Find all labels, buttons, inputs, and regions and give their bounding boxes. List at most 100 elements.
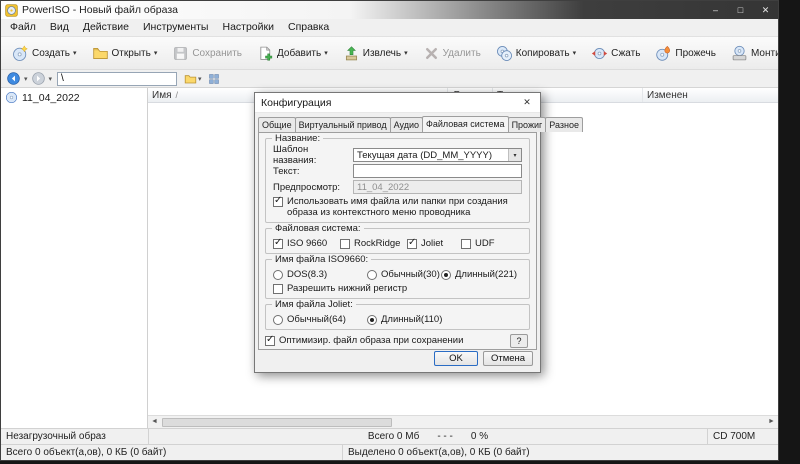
menu-tools[interactable]: Инструменты — [136, 19, 215, 36]
toolbar-mount-button[interactable]: Монтировать ▾ — [728, 42, 778, 65]
filesystem-group-title: Файловая система: — [272, 223, 364, 234]
toolbar-button-label: Монтировать — [751, 48, 778, 59]
chevron-down-icon: ▾ — [198, 75, 202, 83]
forward-button[interactable] — [30, 71, 47, 86]
toolbar-button-label: Создать — [32, 48, 70, 59]
view-mode-button[interactable] — [206, 72, 222, 86]
checkbox-rockridge[interactable]: ✓ RockRidge — [340, 238, 407, 249]
name-preview-field — [353, 180, 522, 194]
optimize-help-button[interactable]: ? — [510, 334, 528, 348]
checkbox-iso9660[interactable]: ✓ ISO 9660 — [273, 238, 340, 249]
toolbar-button-label: Прожечь — [675, 48, 716, 59]
selected-objects-status: Выделено 0 объект(а,ов), 0 КБ (0 байт) — [343, 445, 778, 460]
checkbox-icon[interactable]: ✓ — [265, 336, 275, 346]
main-toolbar: Создать ▾ Открыть ▾ Сохранить Добавить ▾… — [1, 37, 778, 70]
image-type-status: Незагрузочный образ — [1, 429, 149, 444]
menu-file[interactable]: Файл — [3, 19, 43, 36]
dialog-title-bar[interactable]: Конфигурация ✕ — [255, 93, 540, 113]
toolbar-save-button[interactable]: Сохранить — [169, 42, 245, 65]
filesystem-options: ✓ ISO 9660 ✓ RockRidge ✓ Joliet ✓ UDF — [273, 238, 522, 249]
status-bar-bottom: Всего 0 объект(а,ов), 0 КБ (0 байт) Выде… — [1, 444, 778, 460]
toolbar-add-button[interactable]: Добавить ▾ — [254, 42, 331, 65]
forward-icon — [32, 72, 45, 85]
tab-general[interactable]: Общие — [258, 117, 296, 132]
preview-row: Предпросмотр: — [273, 180, 522, 194]
scroll-left-arrow-icon[interactable]: ◄ — [148, 416, 161, 428]
radio-icon — [273, 315, 283, 325]
checkbox-udf[interactable]: ✓ UDF — [461, 238, 495, 249]
toolbar-create-button[interactable]: Создать ▾ — [9, 42, 80, 65]
name-template-value: Текущая дата (DD_MM_YYYY) — [357, 150, 492, 161]
menu-action[interactable]: Действие — [76, 19, 136, 36]
path-input[interactable] — [57, 72, 177, 86]
tree-item-root[interactable]: 11_04_2022 — [5, 91, 143, 104]
maximize-button[interactable]: □ — [728, 1, 753, 19]
dialog-close-button[interactable]: ✕ — [514, 93, 540, 112]
folder-view-button[interactable]: ▾ — [182, 71, 204, 86]
toolbar-open-button[interactable]: Открыть ▾ — [89, 42, 161, 65]
toolbar-compress-button[interactable]: Сжать — [588, 42, 643, 65]
radio-icon — [367, 315, 377, 325]
add-files-icon — [257, 45, 274, 62]
menu-bar: Файл Вид Действие Инструменты Настройки … — [1, 19, 778, 37]
tree-item-label: 11_04_2022 — [22, 92, 80, 104]
back-button[interactable] — [5, 71, 22, 86]
media-type-status[interactable]: CD 700M — [708, 429, 778, 444]
combo-arrow-icon[interactable]: ▾ — [508, 149, 521, 161]
radio-icon — [273, 270, 283, 280]
toolbar-copy-button[interactable]: Копировать ▾ — [493, 42, 579, 65]
use-filename-label: Использовать имя файла или папки при соз… — [287, 196, 522, 218]
new-image-icon — [12, 45, 29, 62]
menu-settings[interactable]: Настройки — [215, 19, 281, 36]
horizontal-scrollbar[interactable]: ◄ ► — [148, 415, 778, 428]
chevron-down-icon[interactable]: ▾ — [154, 49, 158, 57]
chevron-down-icon[interactable]: ▾ — [324, 49, 328, 57]
menu-view[interactable]: Вид — [43, 19, 76, 36]
ok-button[interactable]: OK — [434, 351, 478, 366]
forward-history-chevron-icon[interactable]: ▾ — [49, 75, 53, 83]
use-filename-checkbox[interactable]: ✓ Использовать имя файла или папки при с… — [273, 196, 522, 218]
tab-virtual-drive[interactable]: Виртуальный привод — [295, 117, 391, 132]
joliet-filename-options: Обычный(64) Длинный(110) — [273, 314, 522, 325]
dialog-title: Конфигурация — [261, 97, 331, 109]
radio-long221[interactable]: Длинный(221) — [441, 269, 517, 280]
toolbar-extract-button[interactable]: Извлечь ▾ — [340, 42, 411, 65]
tab-misc[interactable]: Разное — [545, 117, 583, 132]
column-header-modified[interactable]: Изменен — [643, 88, 778, 102]
radio-dos83[interactable]: DOS(8.3) — [273, 269, 367, 280]
copy-disc-icon — [496, 45, 513, 62]
tab-audio[interactable]: Аудио — [390, 117, 423, 132]
close-button[interactable]: ✕ — [753, 1, 778, 19]
chevron-down-icon[interactable]: ▾ — [73, 49, 77, 57]
toolbar-delete-button[interactable]: Удалить — [420, 42, 484, 65]
chevron-down-icon[interactable]: ▾ — [404, 49, 408, 57]
name-text-input[interactable] — [353, 164, 522, 178]
tab-file-system[interactable]: Файловая система — [422, 116, 509, 132]
menu-help[interactable]: Справка — [281, 19, 336, 36]
tab-burn[interactable]: Прожиг — [508, 117, 547, 132]
radio-normal64[interactable]: Обычный(64) — [273, 314, 367, 325]
radio-long110[interactable]: Длинный(110) — [367, 314, 442, 325]
checkbox-joliet[interactable]: ✓ Joliet — [407, 238, 461, 249]
scrollbar-thumb[interactable] — [162, 418, 392, 427]
name-template-select[interactable]: Текущая дата (DD_MM_YYYY) ▾ — [353, 148, 522, 162]
cancel-button[interactable]: Отмена — [483, 351, 533, 366]
radio-normal30[interactable]: Обычный(30) — [367, 269, 441, 280]
checkbox-lowercase[interactable]: ✓ Разрешить нижний регистр — [273, 283, 522, 294]
minimize-button[interactable]: – — [703, 1, 728, 19]
folder-tree-panel: 11_04_2022 — [1, 88, 148, 428]
toolbar-button-label: Извлечь — [363, 48, 401, 59]
radio-icon — [367, 270, 377, 280]
title-bar: PowerISO - Новый файл образа – □ ✕ — [1, 1, 778, 19]
dialog-footer: OK Отмена — [255, 350, 540, 372]
folder-icon — [184, 72, 197, 85]
total-objects-status: Всего 0 объект(а,ов), 0 КБ (0 байт) — [1, 445, 343, 460]
back-history-chevron-icon[interactable]: ▾ — [24, 75, 28, 83]
toolbar-burn-button[interactable]: Прожечь — [652, 42, 719, 65]
chevron-down-icon[interactable]: ▾ — [573, 49, 577, 57]
delete-icon — [423, 45, 440, 62]
name-group: Название: Шаблон названия: Текущая дата … — [265, 138, 530, 223]
toolbar-button-label: Открыть — [112, 48, 151, 59]
name-group-title: Название: — [272, 133, 323, 144]
scroll-right-arrow-icon[interactable]: ► — [765, 416, 778, 428]
